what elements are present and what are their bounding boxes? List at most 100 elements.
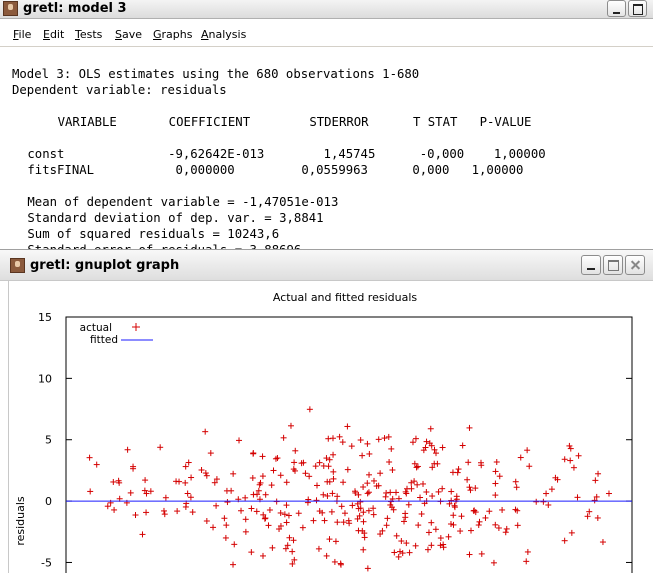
model-window-titlebar[interactable]: gretl: model 3 [0,0,653,19]
data-point [203,472,210,479]
data-point [202,428,209,435]
data-point [543,490,550,497]
data-point [466,484,473,491]
data-point [567,457,574,464]
menu-graphs[interactable]: Graphs [153,28,192,41]
data-point [417,494,424,501]
data-point [344,423,351,430]
data-point [365,489,372,496]
minimize-button[interactable] [581,255,601,275]
data-point [403,485,410,492]
minimize-button[interactable] [607,0,626,17]
data-point [366,450,373,457]
data-point [364,565,371,572]
data-point [567,445,574,452]
data-point [568,529,575,536]
data-point [445,533,452,540]
data-point [291,459,298,466]
data-point [207,450,214,457]
graph-window-titlebar[interactable]: gretl: gnuplot graph [0,250,653,281]
data-point [387,489,394,496]
data-point [340,519,347,526]
data-point [340,479,347,486]
data-point [540,498,547,505]
data-point [502,529,509,536]
data-point [466,551,473,558]
close-button[interactable] [625,255,645,275]
data-point [334,493,341,500]
data-point [266,506,273,513]
data-point [514,522,521,529]
y-tick-label: -5 [41,556,52,569]
data-point [330,451,337,458]
data-point [399,550,406,557]
menu-file[interactable]: File [13,28,31,41]
data-point [143,509,150,516]
data-point [420,480,427,487]
data-point [242,516,249,523]
data-point [396,548,403,555]
maximize-button[interactable] [603,255,623,275]
y-tick-label: 15 [38,311,52,324]
table-row-const: const -9,62642E-013 1,45745 -0,000 1,000… [20,147,546,161]
data-point [435,488,442,495]
data-point [87,488,94,495]
data-point [431,446,438,453]
data-point [425,529,432,536]
data-point [526,463,533,470]
data-point [302,470,309,477]
data-point [260,552,267,559]
data-point [111,506,118,513]
maximize-button[interactable] [628,0,647,17]
data-point [428,542,435,549]
data-point [344,466,351,473]
data-point [492,492,499,499]
data-point [403,490,410,497]
data-point [478,550,485,557]
chart-title: Actual and fitted residuals [273,291,418,304]
data-point [412,542,419,549]
y-tick-label: 5 [45,434,52,447]
data-point [339,439,346,446]
data-point [295,510,302,517]
menu-edit[interactable]: Edit [43,28,64,41]
data-point [454,469,461,476]
data-point [281,511,288,518]
data-point [127,489,134,496]
data-point [574,494,581,501]
data-point [262,491,269,498]
model-output-text[interactable]: Model 3: OLS estimates using the 680 obs… [0,47,653,257]
output-line-depvar: Dependent variable: residuals [12,83,227,97]
data-point [359,452,366,459]
menu-tests[interactable]: Tests [75,28,102,41]
data-point [545,501,552,508]
data-point [161,511,168,518]
data-point [486,508,493,515]
menu-save[interactable]: Save [115,28,142,41]
data-point [326,536,333,543]
data-point [321,517,328,524]
gnuplot-canvas[interactable]: Actual and fitted residuals 15 10 5 0 -5 res… [8,281,653,577]
data-point [439,444,446,451]
data-point [310,517,317,524]
y-axis-label: residuals [14,496,27,546]
data-point [230,561,237,568]
data-point [594,514,601,521]
data-point [412,435,419,442]
data-point [270,467,277,474]
data-point [188,474,195,481]
data-point [366,471,373,478]
data-point [465,459,472,466]
data-point [524,548,531,555]
data-point [364,480,371,487]
stat-mean-depvar: Mean of dependent variable = -1,47051e-0… [20,195,339,209]
menu-analysis[interactable]: Analysis [201,28,246,41]
data-point [513,484,520,491]
data-point [328,508,335,515]
data-point [448,488,455,495]
legend-label-actual: actual [80,322,112,334]
data-point [332,538,339,545]
data-point [224,499,231,506]
data-point [259,473,266,480]
data-point [406,549,413,556]
